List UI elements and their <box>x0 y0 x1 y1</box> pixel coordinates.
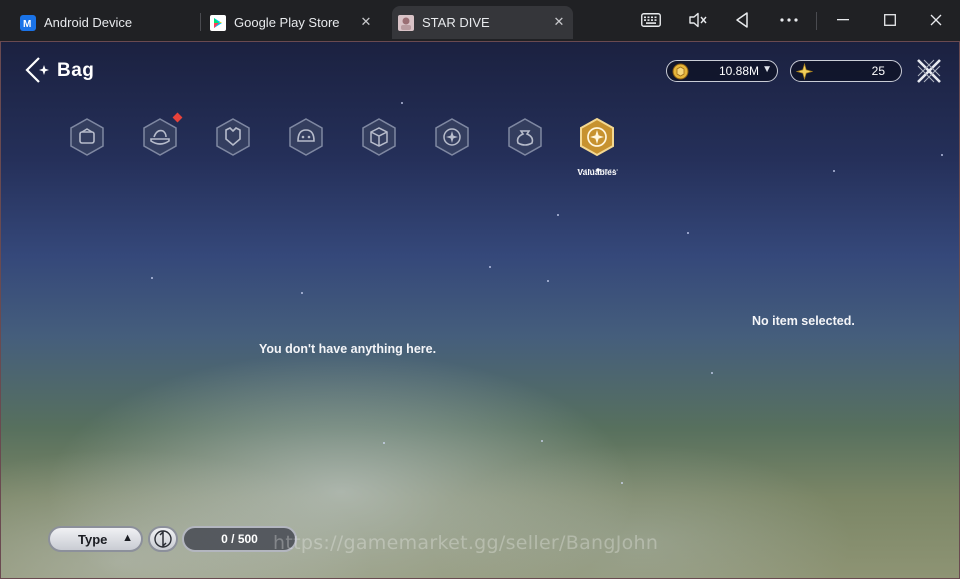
back-arrow-icon <box>25 57 49 83</box>
category-equipment-tab[interactable] <box>69 117 105 157</box>
star-sparkle <box>151 277 153 279</box>
more-icon[interactable] <box>776 8 802 32</box>
category-materials-tab[interactable] <box>361 117 397 157</box>
tab-label: Google Play Store <box>234 15 340 30</box>
star-sparkle <box>401 102 403 104</box>
close-bag-button[interactable] <box>914 56 944 86</box>
game-viewport: Bag 10.88M ▼ 25 Valuables You don't have… <box>0 41 960 579</box>
armor-icon <box>216 118 250 156</box>
category-armor-tab[interactable] <box>215 117 251 157</box>
close-tab-icon[interactable]: ✕ <box>551 14 567 30</box>
back-nav-icon[interactable] <box>729 8 755 32</box>
keyboard-icon[interactable] <box>638 8 664 32</box>
category-consumable-tab[interactable] <box>288 117 324 157</box>
sort-order-icon <box>154 530 172 548</box>
sort-order-button[interactable] <box>148 526 178 552</box>
materials-icon <box>362 118 396 156</box>
chevron-down-icon: ▼ <box>762 64 772 75</box>
android-device-icon: M <box>20 14 36 31</box>
svg-text:M: M <box>23 19 31 30</box>
active-tab-indicator <box>578 159 618 172</box>
tab-label: Android Device <box>44 15 133 30</box>
star-sparkle <box>557 214 559 216</box>
browser-tab-bar: M Android Device Google Play Store ✕ STA… <box>0 0 960 41</box>
back-button[interactable] <box>25 56 53 84</box>
star-sparkle <box>711 372 713 374</box>
type-filter-label: Type <box>78 532 108 547</box>
close-icon[interactable] <box>923 8 949 32</box>
category-pouch-tab[interactable] <box>507 117 543 157</box>
star-sparkle <box>489 266 491 268</box>
close-tab-icon[interactable]: ✕ <box>358 14 374 30</box>
valuables-label: Valuables <box>577 167 617 177</box>
tab-star-dive[interactable]: STAR DIVE ✕ <box>392 6 573 39</box>
gold-amount: 10.88M <box>718 64 759 78</box>
controls-divider <box>816 12 817 30</box>
special-icon <box>435 118 469 156</box>
equipment-icon <box>70 118 104 156</box>
maximize-icon[interactable] <box>877 8 903 32</box>
gold-coin-icon <box>672 63 689 80</box>
category-special-tab[interactable] <box>434 117 470 157</box>
no-item-selected-message: No item selected. <box>752 314 855 328</box>
star-sparkle <box>621 482 623 484</box>
star-sparkle <box>301 292 303 294</box>
tab-android-device[interactable]: M Android Device <box>20 6 200 39</box>
watermark-text: https://gamemarket.gg/seller/BangJohn <box>273 532 659 554</box>
tab-label: STAR DIVE <box>422 15 490 30</box>
pouch-icon <box>508 118 542 156</box>
empty-list-message: You don't have anything here. <box>259 342 437 356</box>
tab-divider <box>200 13 201 31</box>
star-sparkle <box>541 440 543 442</box>
star-sparkle <box>547 280 549 282</box>
valuables-icon <box>580 117 614 157</box>
food-icon <box>143 118 177 156</box>
category-food-tab[interactable] <box>142 117 178 157</box>
chevron-up-icon: ▲ <box>122 532 133 544</box>
consumable-icon <box>289 118 323 156</box>
star-sparkle <box>941 154 943 156</box>
mute-icon[interactable] <box>685 8 711 32</box>
star-amount: 25 <box>871 64 885 78</box>
tab-google-play-store[interactable]: Google Play Store ✕ <box>210 6 380 39</box>
star-sparkle <box>383 442 385 444</box>
minimize-icon[interactable] <box>830 8 856 32</box>
type-filter-button[interactable]: Type ▲ <box>48 526 143 552</box>
star-dive-favicon <box>398 14 414 31</box>
google-play-icon <box>210 14 226 31</box>
category-valuables-tab[interactable] <box>579 117 615 157</box>
gold-currency-display[interactable]: 10.88M ▼ <box>666 60 778 82</box>
star-crystal-icon <box>795 62 814 81</box>
star-currency-display[interactable]: 25 <box>790 60 902 82</box>
star-sparkle <box>833 170 835 172</box>
star-sparkle <box>687 232 689 234</box>
page-title: Bag <box>57 60 95 81</box>
close-cross-icon <box>917 59 941 83</box>
